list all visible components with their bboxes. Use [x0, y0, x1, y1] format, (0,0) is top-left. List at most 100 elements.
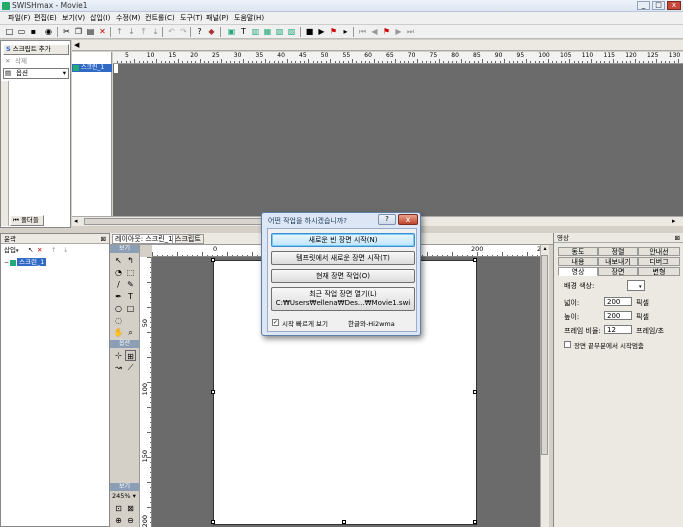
new-file-icon[interactable]: □ [4, 26, 15, 37]
cut-icon[interactable]: ✂ [61, 26, 72, 37]
option-select[interactable]: ▤ 옵션 ▾ [3, 68, 69, 79]
move-bottom-icon[interactable]: ⤓ [150, 26, 161, 37]
recent-scene-button[interactable]: 최근 작업 장면 열기(L) C:₩Users₩ellena₩Des...₩Mo… [271, 287, 415, 311]
insert-content-icon[interactable]: ▨ [286, 26, 297, 37]
timeline-row-scene[interactable]: 스크린_1 [72, 64, 112, 72]
text-tool-icon[interactable]: T [125, 291, 136, 302]
transform-tool-icon[interactable]: ⬚ [125, 267, 136, 278]
select-tool-icon[interactable]: ↖ [113, 255, 124, 266]
help-cursor-icon[interactable]: ? [194, 26, 205, 37]
save-icon[interactable]: ▪ [28, 26, 39, 37]
stage-scroll-thumb[interactable] [541, 255, 548, 455]
tab-transform[interactable]: 변형 [638, 267, 680, 276]
resize-handle[interactable] [211, 390, 215, 394]
marker-icon[interactable]: ⚑ [381, 26, 392, 37]
tab-script[interactable]: 스크립트 [172, 234, 204, 244]
maximize-button[interactable]: □ [652, 1, 665, 10]
stage-vertical-scrollbar[interactable]: ▴ [540, 245, 549, 527]
timeline-left-arrow-icon[interactable]: ◀ [74, 41, 79, 49]
stop-at-end-checkbox[interactable] [564, 341, 571, 348]
new-scene-button[interactable]: 새로운 빈 장면 시작(N) [271, 233, 415, 247]
add-script-button[interactable]: S 스크립트 추가 [3, 44, 69, 55]
tab-scene[interactable]: 장면 [598, 267, 638, 276]
copy-icon[interactable]: ❐ [73, 26, 84, 37]
scroll-left-icon[interactable]: ◂ [74, 217, 82, 225]
zoom-select[interactable]: 245% ▾ [112, 492, 138, 501]
redo-icon[interactable]: ↷ [178, 26, 189, 37]
delete-icon[interactable]: ✕ [97, 26, 108, 37]
subselect-tool-icon[interactable]: ↰ [125, 255, 136, 266]
select-cursor-icon[interactable]: ↖ [28, 245, 33, 256]
move-up-icon[interactable]: ↑ [114, 26, 125, 37]
find-icon[interactable]: ◉ [43, 26, 54, 37]
tab-layout[interactable]: 레이아웃: 스크린_1 [112, 234, 176, 244]
resize-handle[interactable] [473, 390, 477, 394]
tab-export[interactable]: 내보내기 [598, 257, 638, 266]
menu-help[interactable]: 도움말(H) [234, 13, 264, 23]
play-effect-icon[interactable]: ⚑ [328, 26, 339, 37]
pen-tool-icon[interactable]: ✒ [113, 291, 124, 302]
menu-control[interactable]: 컨트롤(C) [145, 13, 175, 23]
straighten-icon[interactable]: ⟋ [125, 362, 136, 373]
last-frame-icon[interactable]: ⏭ [405, 26, 416, 37]
scroll-up-icon[interactable]: ▴ [541, 245, 549, 253]
bg-color-picker[interactable]: ▾ [627, 280, 645, 291]
scroll-right-icon[interactable]: ▸ [672, 217, 680, 225]
tab-debug[interactable]: 디버그 [638, 257, 680, 266]
menu-edit[interactable]: 편집(E) [34, 13, 57, 23]
menu-file[interactable]: 파일(F) [8, 13, 30, 23]
menu-insert[interactable]: 삽입(I) [90, 13, 110, 23]
menu-tools[interactable]: 도구(T) [180, 13, 203, 23]
tab-movie[interactable]: 영상 [558, 267, 598, 276]
collapse-icon[interactable]: − [4, 258, 9, 267]
fps-input[interactable]: 12 [604, 325, 632, 334]
resize-handle[interactable] [211, 520, 215, 524]
zoom-tool-icon[interactable]: ⌕ [125, 327, 136, 338]
resize-handle[interactable] [473, 520, 477, 524]
folders-button[interactable]: ⏮ 폴더들 [10, 215, 44, 226]
insert-text-icon[interactable]: T [238, 26, 249, 37]
width-input[interactable]: 200 [604, 297, 632, 306]
tab-align[interactable]: 정렬 [598, 247, 638, 256]
insert-button-icon[interactable]: ▥ [250, 26, 261, 37]
line-tool-icon[interactable]: / [113, 279, 124, 290]
hand-tool-icon[interactable]: ✋ [113, 327, 124, 338]
prev-frame-icon[interactable]: ◀ [369, 26, 380, 37]
outline-item-scene[interactable]: − 스크린_1 [4, 258, 54, 267]
props-close-icon[interactable]: ⊠ [675, 233, 680, 243]
tab-motion[interactable]: 동도 [558, 247, 598, 256]
next-frame-icon[interactable]: ▶ [393, 26, 404, 37]
close-window-button[interactable]: x [667, 1, 681, 10]
paste-icon[interactable]: ▤ [85, 26, 96, 37]
template-scene-button[interactable]: 템프릿에서 새로운 장면 시작(T) [271, 251, 415, 265]
resize-handle[interactable] [473, 258, 477, 262]
snap-icon[interactable]: ⊹ [113, 350, 124, 361]
resize-handle[interactable] [342, 520, 346, 524]
play-scene-icon[interactable]: ▸ [340, 26, 351, 37]
autoshape-tool-icon[interactable]: ◌ [113, 315, 124, 326]
timeline-row-track[interactable] [113, 64, 683, 73]
height-input[interactable]: 200 [604, 311, 632, 320]
minimize-button[interactable]: _ [637, 1, 650, 10]
fill-tool-icon[interactable]: ◔ [113, 267, 124, 278]
resize-handle[interactable] [211, 258, 215, 262]
insert-label[interactable]: 삽입 [4, 246, 16, 254]
rect-tool-icon[interactable]: □ [125, 303, 136, 314]
play-icon[interactable]: ▶ [316, 26, 327, 37]
menu-modify[interactable]: 수정(M) [116, 13, 140, 23]
undo-icon[interactable]: ↶ [166, 26, 177, 37]
move-down-icon[interactable]: ↓ [126, 26, 137, 37]
timeline-first-frame[interactable] [114, 64, 118, 73]
menu-view[interactable]: 보기(V) [62, 13, 85, 23]
dialog-close-button[interactable]: x [398, 214, 418, 225]
pencil-tool-icon[interactable]: ✎ [125, 279, 136, 290]
open-folder-icon[interactable]: ▭ [16, 26, 27, 37]
ellipse-tool-icon[interactable]: ○ [113, 303, 124, 314]
zoom-out-icon[interactable]: ⊖ [125, 515, 136, 526]
zoom-in-icon[interactable]: ⊕ [113, 515, 124, 526]
quick-start-checkbox[interactable]: ✓ [272, 319, 279, 326]
insert-scene-icon[interactable]: ▣ [226, 26, 237, 37]
tab-guides[interactable]: 안내선 [638, 247, 680, 256]
smooth-icon[interactable]: ↝ [113, 362, 124, 373]
zoom-fit-icon[interactable]: ⊡ [113, 503, 124, 514]
